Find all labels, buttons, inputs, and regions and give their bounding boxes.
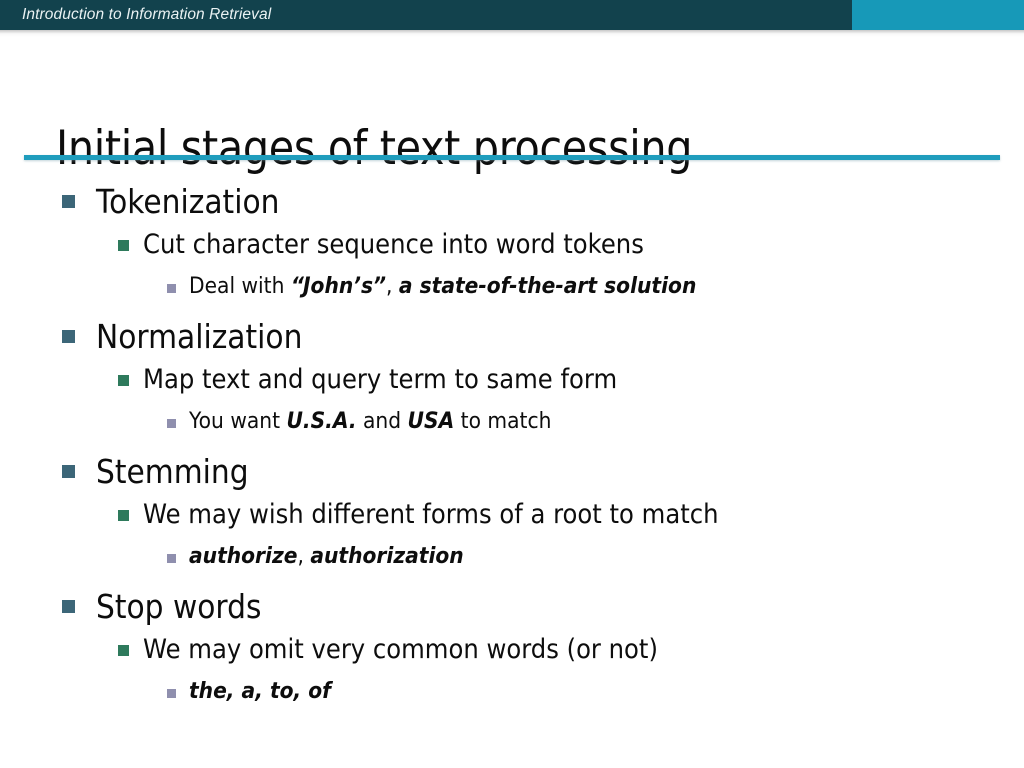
- header-bar-dark-segment: Introduction to Information Retrieval: [0, 0, 852, 30]
- plain-text-run: ,: [386, 274, 399, 299]
- plain-text-run: You want: [189, 409, 287, 434]
- header-shadow: [0, 30, 1024, 37]
- bullet-text: Normalization: [96, 317, 303, 356]
- bullet-item-level1: Tokenization: [0, 182, 1024, 228]
- slide-header-bar: Introduction to Information Retrieval: [0, 0, 1024, 30]
- bullet-item-level3: You want U.S.A. and USA to match: [0, 408, 1024, 452]
- bullet-text: We may omit very common words (or not): [143, 634, 658, 665]
- bullet-item-level1: Stemming: [0, 452, 1024, 498]
- emphasized-term: U.S.A.: [286, 409, 357, 434]
- plain-text-run: to match: [454, 409, 552, 434]
- bullet-text: Tokenization: [96, 182, 280, 221]
- bullet-text: Stemming: [96, 452, 249, 491]
- bullet-marker-icon: [167, 419, 176, 428]
- emphasized-term: the, a, to, of: [189, 679, 331, 704]
- emphasized-term: “John’s”: [290, 274, 387, 299]
- emphasized-term: authorize: [189, 544, 298, 569]
- bullet-item-level2: Cut character sequence into word tokens: [0, 228, 1024, 273]
- bullet-item-level3: the, a, to, of: [0, 678, 1024, 722]
- bullet-marker-icon: [118, 240, 129, 251]
- bullet-marker-icon: [62, 465, 75, 478]
- emphasized-term: a state-of-the-art solution: [398, 274, 697, 299]
- header-bar-accent-segment: [852, 0, 1024, 30]
- plain-text-run: ,: [297, 544, 311, 569]
- bullet-marker-icon: [118, 645, 129, 656]
- page-title: Initial stages of text processing: [56, 121, 693, 177]
- bullet-text: We may wish different forms of a root to…: [143, 499, 719, 530]
- bullet-item-level1: Normalization: [0, 317, 1024, 363]
- bullet-text: You want U.S.A. and USA to match: [189, 408, 551, 436]
- plain-text-run: and: [356, 409, 408, 434]
- bullet-item-level3: authorize, authorization: [0, 543, 1024, 587]
- bullet-marker-icon: [118, 375, 129, 386]
- bullet-marker-icon: [167, 689, 176, 698]
- bullet-text: Stop words: [96, 587, 262, 626]
- emphasized-term: USA: [407, 409, 455, 434]
- bullet-marker-icon: [118, 510, 129, 521]
- bullet-marker-icon: [167, 554, 176, 563]
- title-divider: [24, 155, 1000, 160]
- bullet-marker-icon: [62, 600, 75, 613]
- bullet-item-level2: We may wish different forms of a root to…: [0, 498, 1024, 543]
- bullet-item-level3: Deal with “John’s”, a state-of-the-art s…: [0, 273, 1024, 317]
- bullet-item-level2: We may omit very common words (or not): [0, 633, 1024, 678]
- emphasized-term: authorization: [310, 544, 464, 569]
- bullet-text: authorize, authorization: [189, 543, 464, 571]
- bullet-text: Map text and query term to same form: [143, 364, 618, 395]
- bullet-marker-icon: [62, 195, 75, 208]
- bullet-item-level2: Map text and query term to same form: [0, 363, 1024, 408]
- bullet-item-level1: Stop words: [0, 587, 1024, 633]
- slide-body: Tokenization Cut character sequence into …: [0, 182, 1024, 722]
- bullet-text: Cut character sequence into word tokens: [143, 229, 644, 260]
- bullet-marker-icon: [167, 284, 176, 293]
- bullet-text: the, a, to, of: [189, 678, 331, 706]
- bullet-text: Deal with “John’s”, a state-of-the-art s…: [189, 273, 696, 301]
- plain-text-run: Deal with: [189, 274, 291, 299]
- bullet-marker-icon: [62, 330, 75, 343]
- course-title: Introduction to Information Retrieval: [22, 6, 272, 23]
